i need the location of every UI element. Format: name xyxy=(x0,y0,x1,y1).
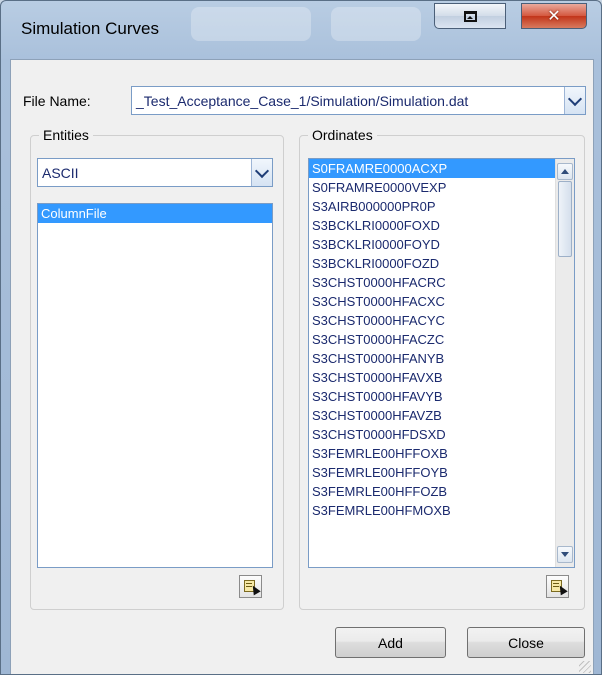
list-item[interactable]: S3BCKLRI0000FOYD xyxy=(309,235,555,254)
pick-from-list-icon xyxy=(243,579,261,595)
list-item[interactable]: S3CHST0000HFACXC xyxy=(309,292,555,311)
list-item[interactable]: S3FEMRLE00HFFOZB xyxy=(309,482,555,501)
list-item[interactable]: S3CHST0000HFACYC xyxy=(309,311,555,330)
list-item[interactable]: S3CHST0000HFACZC xyxy=(309,330,555,349)
arrow-up-icon xyxy=(561,169,569,174)
ordinates-scrollbar[interactable] xyxy=(555,159,574,567)
ordinates-items: S0FRAMRE0000ACXP S0FRAMRE0000VEXP S3AIRB00… xyxy=(309,159,555,520)
list-item[interactable]: S3CHST0000HFAVYB xyxy=(309,387,555,406)
add-button[interactable]: Add xyxy=(335,627,446,658)
list-item[interactable]: S0FRAMRE0000VEXP xyxy=(309,178,555,197)
list-item[interactable]: S3CHST0000HFACRC xyxy=(309,273,555,292)
list-item[interactable]: S3CHST0000HFAVXB xyxy=(309,368,555,387)
dialog-client-area: File Name: _Test_Acceptance_Case_1/Simul… xyxy=(10,59,594,674)
list-item[interactable]: S3BCKLRI0000FOZD xyxy=(309,254,555,273)
entities-pick-button[interactable] xyxy=(239,575,262,598)
ordinates-pick-button[interactable] xyxy=(546,575,569,598)
list-item[interactable]: S3AIRB000000PR0P xyxy=(309,197,555,216)
chevron-down-icon xyxy=(567,91,583,106)
list-item[interactable]: S3BCKLRI0000FOXD xyxy=(309,216,555,235)
arrow-down-icon xyxy=(561,552,569,557)
scroll-down-button[interactable] xyxy=(557,546,573,563)
list-item[interactable]: ColumnFile xyxy=(38,204,272,223)
restore-icon xyxy=(463,10,477,22)
file-name-label: File Name: xyxy=(23,93,91,109)
window-title: Simulation Curves xyxy=(21,19,159,38)
resize-grip[interactable] xyxy=(579,661,591,673)
list-item[interactable]: S3CHST0000HFAVZB xyxy=(309,406,555,425)
entities-group-title: Entities xyxy=(39,127,93,143)
entity-type-value: ASCII xyxy=(42,164,79,181)
file-name-dropdown-button[interactable] xyxy=(564,87,585,114)
file-name-value: _Test_Acceptance_Case_1/Simulation/Simul… xyxy=(136,92,469,109)
close-button[interactable]: Close xyxy=(467,627,585,658)
entity-type-combo[interactable]: ASCII xyxy=(37,158,273,187)
entities-group: Entities ASCII ColumnFile xyxy=(30,127,284,610)
ordinates-group: Ordinates S0FRAMRE0000ACXP S0FRAMRE0000VE… xyxy=(299,127,585,610)
entity-type-dropdown-button[interactable] xyxy=(251,159,272,186)
ordinates-group-title: Ordinates xyxy=(308,127,377,143)
list-item[interactable]: S3CHST0000HFDSXD xyxy=(309,425,555,444)
list-item[interactable]: S3FEMRLE00HFMOXB xyxy=(309,501,555,520)
pick-from-list-icon xyxy=(550,579,568,595)
list-item[interactable]: S3CHST0000HFANYB xyxy=(309,349,555,368)
list-item[interactable]: S3FEMRLE00HFFOYB xyxy=(309,463,555,482)
scroll-thumb[interactable] xyxy=(558,181,572,257)
file-name-combo[interactable]: _Test_Acceptance_Case_1/Simulation/Simul… xyxy=(131,86,586,115)
title-bar[interactable]: Simulation Curves ✕ xyxy=(1,1,601,59)
scroll-up-button[interactable] xyxy=(557,163,573,180)
entities-listbox[interactable]: ColumnFile xyxy=(37,203,273,568)
restore-button[interactable] xyxy=(434,3,506,29)
simulation-curves-window: Simulation Curves ✕ File Name: _Test_Acc… xyxy=(0,0,602,675)
close-x-icon: ✕ xyxy=(547,6,561,25)
ordinates-listbox[interactable]: S0FRAMRE0000ACXP S0FRAMRE0000VEXP S3AIRB00… xyxy=(308,158,575,568)
chevron-down-icon xyxy=(254,163,270,178)
list-item[interactable]: S3FEMRLE00HFFOXB xyxy=(309,444,555,463)
list-item[interactable]: S0FRAMRE0000ACXP xyxy=(309,159,555,178)
close-window-button[interactable]: ✕ xyxy=(521,3,587,29)
